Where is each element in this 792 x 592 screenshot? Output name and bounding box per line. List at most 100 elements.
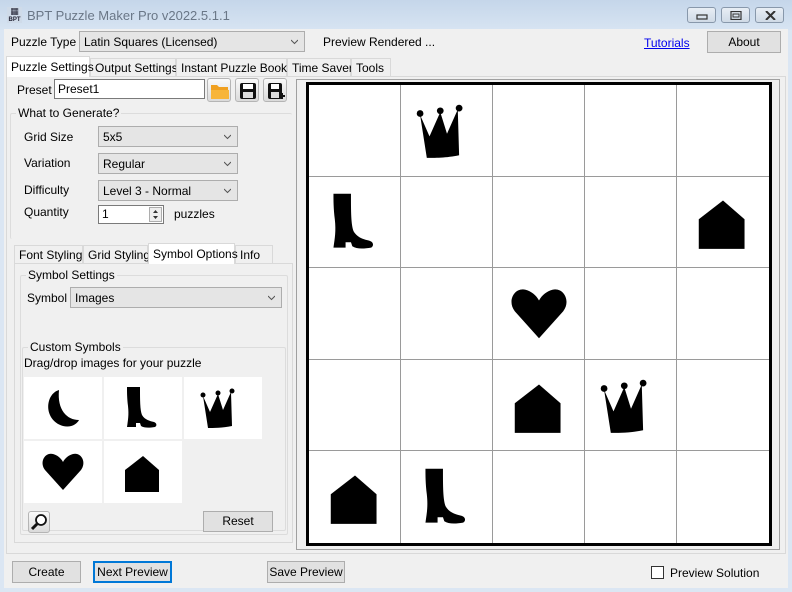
- grid-cell: [677, 268, 769, 360]
- magnifier-icon: [30, 514, 47, 531]
- symbol-label: Symbol: [27, 291, 68, 305]
- tutorials-link[interactable]: Tutorials: [644, 36, 690, 50]
- grid-cell: [585, 359, 677, 452]
- grid-cell: [585, 451, 677, 543]
- symbol-value: Images: [75, 291, 115, 305]
- spin-up-down-icon: [153, 210, 158, 219]
- tab-tools[interactable]: Tools: [351, 58, 391, 77]
- grid-cell: [401, 268, 493, 360]
- minimize-icon: [696, 14, 708, 20]
- boot-icon: [425, 468, 466, 524]
- grid-cell: [677, 360, 769, 452]
- grid-cell: [401, 451, 493, 543]
- zoom-symbols-button[interactable]: [28, 511, 50, 533]
- grid-cell: [309, 268, 401, 360]
- tab-time-saver[interactable]: Time Saver: [287, 58, 353, 77]
- tab-symbol-options[interactable]: Symbol Options: [148, 243, 238, 264]
- house-icon: [330, 475, 377, 525]
- chevron-down-icon: [291, 39, 298, 45]
- maximize-button[interactable]: [721, 7, 750, 23]
- grid-cell: [493, 268, 585, 360]
- next-preview-button[interactable]: Next Preview: [93, 561, 172, 583]
- reset-symbols-button[interactable]: Reset: [203, 511, 273, 532]
- preview-solution-label: Preview Solution: [670, 566, 760, 580]
- title-bar: ▦ BPT BPT Puzzle Maker Pro v2022.5.1.1: [0, 0, 792, 30]
- tab-info[interactable]: Info: [235, 245, 273, 264]
- house-icon: [125, 456, 159, 492]
- symbol-thumb-house[interactable]: [104, 441, 182, 503]
- symbol-thumb-moon[interactable]: [24, 377, 102, 439]
- tab-puzzle-settings[interactable]: Puzzle Settings: [6, 56, 94, 77]
- preview-solution-checkbox[interactable]: [651, 566, 664, 579]
- save-as-icon: [268, 83, 285, 99]
- minimize-button[interactable]: [687, 7, 716, 23]
- heart-icon: [511, 289, 567, 339]
- grid-cell: [493, 176, 585, 269]
- grid-cell: [309, 176, 401, 269]
- symbol-thumb-heart[interactable]: [24, 441, 102, 503]
- tab-grid-styling[interactable]: Grid Styling: [83, 245, 150, 264]
- heart-icon: [42, 453, 84, 490]
- grid-cell: [585, 85, 677, 177]
- quantity-spin-buttons[interactable]: [149, 207, 162, 222]
- what-to-generate-title: What to Generate?: [16, 106, 122, 120]
- save-preview-button[interactable]: Save Preview: [267, 561, 345, 583]
- variation-select[interactable]: Regular: [98, 153, 238, 174]
- grid-cell: [493, 359, 585, 452]
- moon-icon: [48, 390, 79, 427]
- crown-icon: [200, 388, 235, 428]
- grid-cell: [401, 176, 493, 269]
- main-window: Puzzle Type Latin Squares (Licensed) Pre…: [4, 29, 788, 588]
- difficulty-select[interactable]: Level 3 - Normal: [98, 180, 238, 201]
- preset-label: Preset: [17, 83, 52, 97]
- grid-cell: [677, 177, 769, 269]
- save-preset-as-button[interactable]: [263, 78, 287, 102]
- variation-value: Regular: [103, 157, 146, 171]
- chevron-down-icon: [224, 188, 231, 194]
- quantity-unit: puzzles: [174, 207, 215, 221]
- open-preset-button[interactable]: [207, 78, 231, 102]
- puzzle-type-value: Latin Squares (Licensed): [84, 35, 218, 49]
- close-button[interactable]: [755, 7, 784, 23]
- symbol-thumb-boot[interactable]: [104, 377, 182, 439]
- grid-cell: [493, 85, 585, 177]
- boot-icon: [127, 387, 157, 428]
- window-title: BPT Puzzle Maker Pro v2022.5.1.1: [27, 8, 230, 23]
- tab-output-settings[interactable]: Output Settings: [90, 58, 178, 77]
- difficulty-value: Level 3 - Normal: [103, 184, 192, 198]
- grid-cell: [401, 85, 493, 177]
- create-button[interactable]: Create: [12, 561, 81, 583]
- variation-label: Variation: [24, 156, 71, 170]
- save-preset-button[interactable]: [235, 78, 259, 102]
- sub-tabs: Font Styling Grid Styling Symbol Options…: [14, 243, 294, 264]
- symbol-thumb-crown[interactable]: [184, 377, 262, 439]
- preset-input[interactable]: Preset1: [54, 79, 205, 99]
- tab-instant-puzzle-books[interactable]: Instant Puzzle Books: [176, 58, 293, 77]
- symbol-select[interactable]: Images: [70, 287, 282, 308]
- difficulty-label: Difficulty: [24, 183, 70, 197]
- quantity-stepper[interactable]: 1: [98, 205, 164, 224]
- open-folder-icon: [211, 85, 229, 99]
- custom-symbols-group: Custom Symbols: [22, 340, 286, 531]
- grid-cell: [677, 451, 769, 543]
- grid-size-select[interactable]: 5x5: [98, 126, 238, 147]
- close-icon: [765, 11, 776, 20]
- grid-cell: [493, 451, 585, 543]
- grid-size-label: Grid Size: [24, 130, 74, 144]
- bpt-app-icon: ▦ BPT: [7, 6, 22, 23]
- grid-cell: [585, 176, 677, 269]
- grid-size-value: 5x5: [103, 130, 123, 144]
- tab-font-styling[interactable]: Font Styling: [14, 245, 83, 264]
- custom-symbols-hint: Drag/drop images for your puzzle: [24, 356, 202, 370]
- app-icon-text: BPT: [8, 17, 21, 23]
- grid-cell: [401, 359, 493, 452]
- quantity-label: Quantity: [24, 205, 69, 219]
- chevron-down-icon: [268, 295, 275, 301]
- about-button[interactable]: About: [707, 31, 781, 53]
- grid-cell: [309, 451, 401, 543]
- crown-icon: [600, 379, 647, 433]
- grid-cell: [677, 85, 769, 177]
- maximize-icon: [730, 11, 742, 20]
- puzzle-type-select[interactable]: Latin Squares (Licensed): [79, 31, 305, 52]
- grid-cell: [309, 359, 401, 452]
